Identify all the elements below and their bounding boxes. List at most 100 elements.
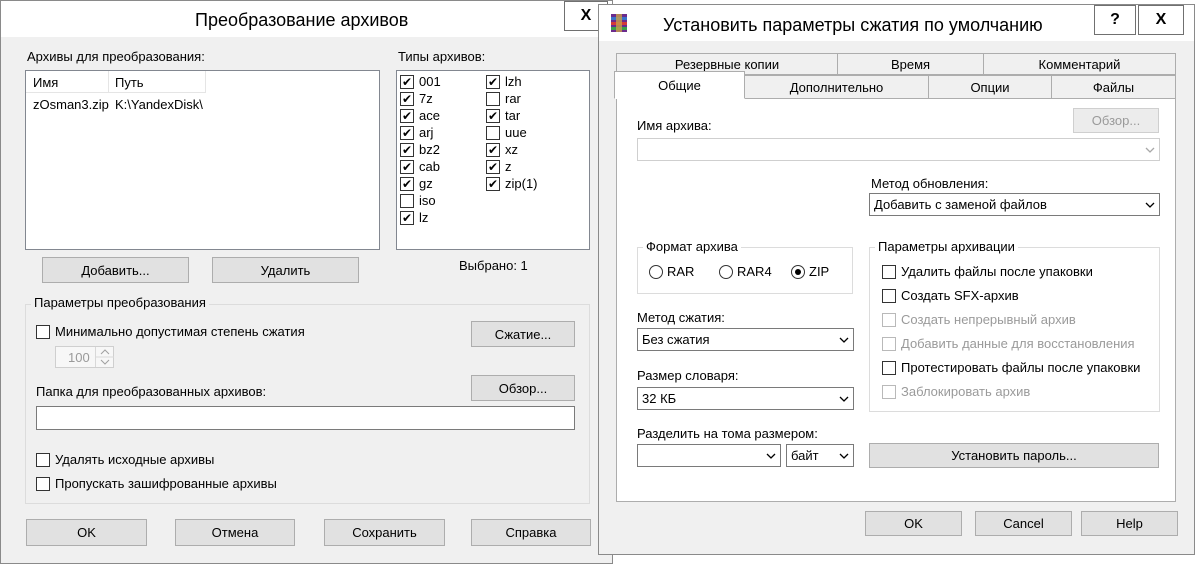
- delete-button[interactable]: Удалить: [212, 257, 359, 283]
- tab-files[interactable]: Файлы: [1051, 75, 1176, 99]
- checkmark-icon[interactable]: ✔: [400, 160, 414, 174]
- folder-input[interactable]: [36, 406, 575, 430]
- cancel-button[interactable]: Отмена: [175, 519, 295, 546]
- table-row[interactable]: zOsman3.zip K:\YandexDisk\: [26, 97, 356, 115]
- checkmark-icon[interactable]: ✔: [486, 177, 500, 191]
- radio-button[interactable]: [791, 265, 805, 279]
- checkbox-label: Заблокировать архив: [901, 384, 1031, 399]
- radio-zip-label: ZIP: [809, 264, 830, 279]
- dialog-title: Преобразование архивов: [195, 10, 409, 30]
- checkbox-label: lzh: [505, 74, 522, 89]
- help-button[interactable]: Справка: [471, 519, 591, 546]
- checkbox[interactable]: [882, 265, 896, 279]
- checkbox[interactable]: [36, 477, 50, 491]
- checkbox-label: uue: [505, 125, 527, 140]
- chevron-down-icon: [1145, 147, 1155, 153]
- checkmark-icon[interactable]: ✔: [486, 109, 500, 123]
- checkmark-icon[interactable]: ✔: [400, 126, 414, 140]
- checkmark-icon[interactable]: ✔: [400, 75, 414, 89]
- checkbox[interactable]: [400, 194, 414, 208]
- chevron-down-icon: [766, 453, 776, 459]
- checkmark-icon[interactable]: ✔: [400, 109, 414, 123]
- checkmark-icon[interactable]: ✔: [400, 211, 414, 225]
- cancel-button[interactable]: Cancel: [975, 511, 1072, 536]
- checkbox-label: Создать непрерывный архив: [901, 312, 1076, 327]
- checkmark-icon[interactable]: ✔: [486, 160, 500, 174]
- checkbox-label: xz: [505, 142, 518, 157]
- help-button[interactable]: Help: [1081, 511, 1178, 536]
- chevron-down-icon: [839, 453, 849, 459]
- save-button[interactable]: Сохранить: [324, 519, 445, 546]
- radio-button[interactable]: [719, 265, 733, 279]
- split-size-combo[interactable]: [637, 444, 781, 467]
- archive-types-list[interactable]: ✔ 001 ✔ 7z ✔ ace ✔ arj ✔ bz2 ✔ cab ✔ gz iso ✔ lz ✔ lzh rar…: [396, 70, 590, 250]
- checkbox-label: lz: [419, 210, 429, 225]
- tab-dopolnitelno[interactable]: Дополнительно: [744, 75, 929, 99]
- checkmark-icon[interactable]: ✔: [400, 177, 414, 191]
- set-password-button[interactable]: Установить пароль...: [869, 443, 1159, 468]
- dict-size-value: 32 КБ: [642, 391, 677, 406]
- checkbox-label: rar: [505, 91, 521, 106]
- checkbox-label: 7z: [419, 91, 433, 106]
- update-method-label: Метод обновления:: [871, 176, 989, 191]
- dict-size-select[interactable]: 32 КБ: [637, 387, 854, 410]
- spinner-icon[interactable]: [95, 347, 114, 367]
- column-header-path[interactable]: Путь: [115, 75, 144, 90]
- types-label: Типы архивов:: [398, 49, 486, 64]
- checkbox[interactable]: [486, 126, 500, 140]
- checkbox[interactable]: [882, 337, 896, 351]
- radio-rar-label: RAR: [667, 264, 695, 279]
- folder-label: Папка для преобразованных архивов:: [36, 384, 267, 399]
- close-icon: X: [1155, 11, 1167, 28]
- checkmark-icon[interactable]: ✔: [400, 92, 414, 106]
- update-method-select[interactable]: Добавить с заменой файлов: [869, 193, 1160, 216]
- checkbox-label: 001: [419, 74, 441, 89]
- checkbox-label: bz2: [419, 142, 440, 157]
- checkbox[interactable]: [486, 92, 500, 106]
- skip-encrypted-label: Пропускать зашифрованные архивы: [55, 476, 277, 491]
- ratio-spinner[interactable]: 100: [55, 346, 114, 368]
- checkbox[interactable]: [36, 325, 50, 339]
- compression-method-label: Метод сжатия:: [637, 310, 725, 325]
- checkbox[interactable]: [882, 385, 896, 399]
- tab-time[interactable]: Время: [837, 53, 984, 75]
- update-method-value: Добавить с заменой файлов: [874, 197, 1047, 212]
- column-header-name[interactable]: Имя: [33, 75, 58, 90]
- browse-button[interactable]: Обзор...: [471, 375, 575, 401]
- compression-defaults-dialog: Установить параметры сжатия по умолчанию…: [598, 4, 1195, 555]
- archive-name-combo[interactable]: [637, 138, 1160, 161]
- help-title-button[interactable]: ?: [1094, 5, 1136, 35]
- checkmark-icon[interactable]: ✔: [486, 75, 500, 89]
- split-unit-select[interactable]: байт: [786, 444, 854, 467]
- chevron-down-icon: [839, 337, 849, 343]
- close-button[interactable]: X: [1138, 5, 1184, 35]
- compression-method-select[interactable]: Без сжатия: [637, 328, 854, 351]
- checkbox-label: Удалить файлы после упаковки: [901, 264, 1093, 279]
- checkbox-label: z: [505, 159, 512, 174]
- checkbox[interactable]: [882, 289, 896, 303]
- dict-size-label: Размер словаря:: [637, 368, 739, 383]
- min-ratio-label: Минимально допустимая степень сжатия: [55, 324, 305, 339]
- radio-button[interactable]: [649, 265, 663, 279]
- chevron-down-icon: [1145, 202, 1155, 208]
- compression-button[interactable]: Сжатие...: [471, 321, 575, 347]
- checkbox-label: tar: [505, 108, 521, 123]
- tab-general[interactable]: Общие: [614, 71, 745, 99]
- checkmark-icon[interactable]: ✔: [400, 143, 414, 157]
- ok-button[interactable]: OK: [26, 519, 147, 546]
- compression-method-value: Без сжатия: [642, 332, 710, 347]
- tab-comment[interactable]: Комментарий: [983, 53, 1176, 75]
- column-divider: [205, 71, 206, 93]
- title-bar: Установить параметры сжатия по умолчанию…: [599, 5, 1194, 41]
- checkbox[interactable]: [882, 313, 896, 327]
- archives-list[interactable]: Имя Путь zOsman3.zip K:\YandexDisk\: [25, 70, 380, 250]
- checkbox[interactable]: [882, 361, 896, 375]
- checkbox-label: arj: [419, 125, 434, 140]
- conversion-params-label: Параметры преобразования: [31, 295, 209, 310]
- checkmark-icon[interactable]: ✔: [486, 143, 500, 157]
- add-button[interactable]: Добавить...: [42, 257, 189, 283]
- checkbox[interactable]: [36, 453, 50, 467]
- ok-button[interactable]: OK: [865, 511, 962, 536]
- tab-options[interactable]: Опции: [928, 75, 1052, 99]
- browse-button[interactable]: Обзор...: [1073, 108, 1159, 133]
